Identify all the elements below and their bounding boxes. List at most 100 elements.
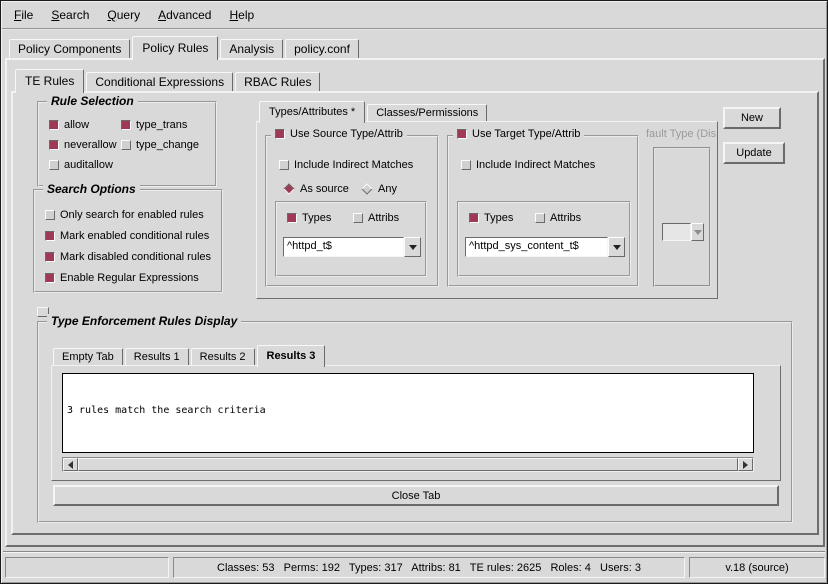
target-type-title[interactable]: Use Target Type/Attrib: [453, 128, 584, 140]
checkbox-label: Only search for enabled rules: [60, 209, 204, 221]
checkbox-label: Attribs: [550, 212, 581, 224]
radio-any[interactable]: Any: [361, 183, 397, 195]
source-type-combo[interactable]: ^httpd_t$: [283, 237, 421, 257]
checkbox-target-attribs[interactable]: Attribs: [535, 212, 581, 224]
checkbox-mark-enabled[interactable]: Mark enabled conditional rules: [45, 230, 209, 242]
menu-help[interactable]: Help: [220, 5, 263, 25]
source-type-title[interactable]: Use Source Type/Attrib: [271, 128, 407, 140]
rules-tabbar: TE Rules Conditional Expressions RBAC Ru…: [15, 66, 322, 91]
tab-rbac-rules[interactable]: RBAC Rules: [235, 72, 320, 91]
combo-dropdown-button[interactable]: [404, 237, 421, 257]
checkbox-auditallow[interactable]: auditallow: [49, 159, 113, 171]
checkbox-label: Include Indirect Matches: [476, 159, 595, 171]
checkbox-source-types[interactable]: Types: [287, 212, 331, 224]
checkbox-label: Include Indirect Matches: [294, 159, 413, 171]
statusbar-version: v.18 (source): [689, 557, 825, 578]
results-tabbar: Empty Tab Results 1 Results 2 Results 3: [53, 340, 327, 365]
checkbox-target-types[interactable]: Types: [469, 212, 513, 224]
chevron-down-icon: [409, 245, 417, 250]
checkbox-only-enabled-rules[interactable]: Only search for enabled rules: [45, 209, 204, 221]
scrollbar-thumb[interactable]: [78, 458, 738, 471]
tab-policy-rules[interactable]: Policy Rules: [132, 36, 218, 60]
checkbox-neverallow[interactable]: neverallow: [49, 139, 117, 151]
blank-line: [67, 446, 749, 453]
checkbox-indicator: [49, 120, 59, 130]
main-tabbar: Policy Components Policy Rules Analysis …: [9, 33, 361, 58]
checkbox-label: Attribs: [368, 212, 399, 224]
tab-conditional-expressions[interactable]: Conditional Expressions: [86, 72, 233, 91]
radio-label: Any: [378, 183, 397, 195]
tab-policy-components[interactable]: Policy Components: [9, 39, 130, 58]
checkbox-mark-disabled[interactable]: Mark disabled conditional rules: [45, 251, 211, 263]
scroll-right-button[interactable]: [738, 458, 753, 471]
new-button[interactable]: New: [723, 107, 781, 129]
checkbox-indicator: [275, 129, 285, 139]
radio-label: As source: [300, 183, 349, 195]
source-types-attribs-box: Types Attribs ^httpd_t$: [275, 201, 427, 277]
checkbox-type-trans[interactable]: type_trans: [121, 119, 187, 131]
results-text-area[interactable]: 3 rules match the search criteria (5822)…: [62, 373, 754, 453]
checkbox-label: type_change: [136, 139, 199, 151]
checkbox-source-indirect[interactable]: Include Indirect Matches: [279, 159, 413, 171]
combo-dropdown-button[interactable]: [608, 237, 625, 257]
checkbox-source-attribs[interactable]: Attribs: [353, 212, 399, 224]
menubar: File Search Query Advanced Help: [2, 2, 826, 30]
checkbox-type-change[interactable]: type_change: [121, 139, 199, 151]
default-type-combo: [662, 223, 704, 241]
tab-results-1[interactable]: Results 1: [125, 348, 189, 365]
menu-query[interactable]: Query: [98, 5, 149, 25]
app-window: File Search Query Advanced Help Policy C…: [0, 0, 828, 584]
checkbox-allow[interactable]: allow: [49, 119, 89, 131]
tab-te-rules[interactable]: TE Rules: [15, 69, 84, 93]
menu-search[interactable]: Search: [42, 5, 98, 25]
checkbox-label: auditallow: [64, 159, 113, 171]
checkbox-regex[interactable]: Enable Regular Expressions: [45, 272, 199, 284]
tab-empty[interactable]: Empty Tab: [53, 348, 123, 365]
menu-advanced[interactable]: Advanced: [149, 5, 220, 25]
checkbox-indicator: [121, 140, 131, 150]
radio-as-source[interactable]: As source: [283, 183, 349, 195]
results-group-title: Type Enforcement Rules Display: [47, 314, 241, 328]
checkbox-indicator: [45, 252, 55, 262]
statusbar-stats: Classes: 53 Perms: 192 Types: 317 Attrib…: [173, 557, 685, 578]
checkbox-label: neverallow: [64, 139, 117, 151]
checkbox-target-indirect[interactable]: Include Indirect Matches: [461, 159, 595, 171]
scroll-left-button[interactable]: [63, 458, 78, 471]
radio-indicator: [361, 183, 372, 194]
checkbox-label: Mark disabled conditional rules: [60, 251, 211, 263]
checkbox-label: Enable Regular Expressions: [60, 272, 199, 284]
checkbox-label: Use Target Type/Attrib: [472, 128, 580, 140]
tab-results-3[interactable]: Results 3: [257, 345, 326, 367]
tab-results-2[interactable]: Results 2: [191, 348, 255, 365]
horizontal-scrollbar[interactable]: [62, 457, 754, 472]
checkbox-indicator: [49, 160, 59, 170]
target-type-group: Use Target Type/Attrib Include Indirect …: [447, 135, 639, 287]
chevron-down-icon: [694, 230, 702, 235]
close-tab-button[interactable]: Close Tab: [53, 485, 779, 506]
update-button[interactable]: Update: [723, 142, 785, 164]
target-type-combo[interactable]: ^httpd_sys_content_t$: [465, 237, 625, 257]
search-options-title: Search Options: [43, 182, 140, 196]
radio-indicator: [283, 183, 294, 194]
tab-policy-conf[interactable]: policy.conf: [285, 39, 359, 58]
checkbox-indicator: [49, 140, 59, 150]
chevron-down-icon: [613, 245, 621, 250]
tab-classes-permissions[interactable]: Classes/Permissions: [367, 104, 487, 121]
search-options-group: Search Options Only search for enabled r…: [33, 189, 223, 293]
tab-types-attributes[interactable]: Types/Attributes *: [259, 101, 365, 123]
statusbar-divider: [3, 551, 825, 553]
types-attributes-tabbar: Types/Attributes * Classes/Permissions: [259, 96, 489, 121]
checkbox-indicator: [353, 213, 363, 223]
checkbox-label: type_trans: [136, 119, 187, 131]
checkbox-label: Use Source Type/Attrib: [290, 128, 403, 140]
tab-analysis[interactable]: Analysis: [220, 39, 283, 58]
menu-file[interactable]: File: [5, 5, 42, 25]
checkbox-label: allow: [64, 119, 89, 131]
combo-value[interactable]: ^httpd_sys_content_t$: [465, 237, 608, 257]
checkbox-label: Types: [484, 212, 513, 224]
checkbox-label: Mark enabled conditional rules: [60, 230, 209, 242]
source-type-group: Use Source Type/Attrib Include Indirect …: [265, 135, 439, 287]
checkbox-indicator: [535, 213, 545, 223]
combo-value[interactable]: ^httpd_t$: [283, 237, 404, 257]
checkbox-indicator: [121, 120, 131, 130]
